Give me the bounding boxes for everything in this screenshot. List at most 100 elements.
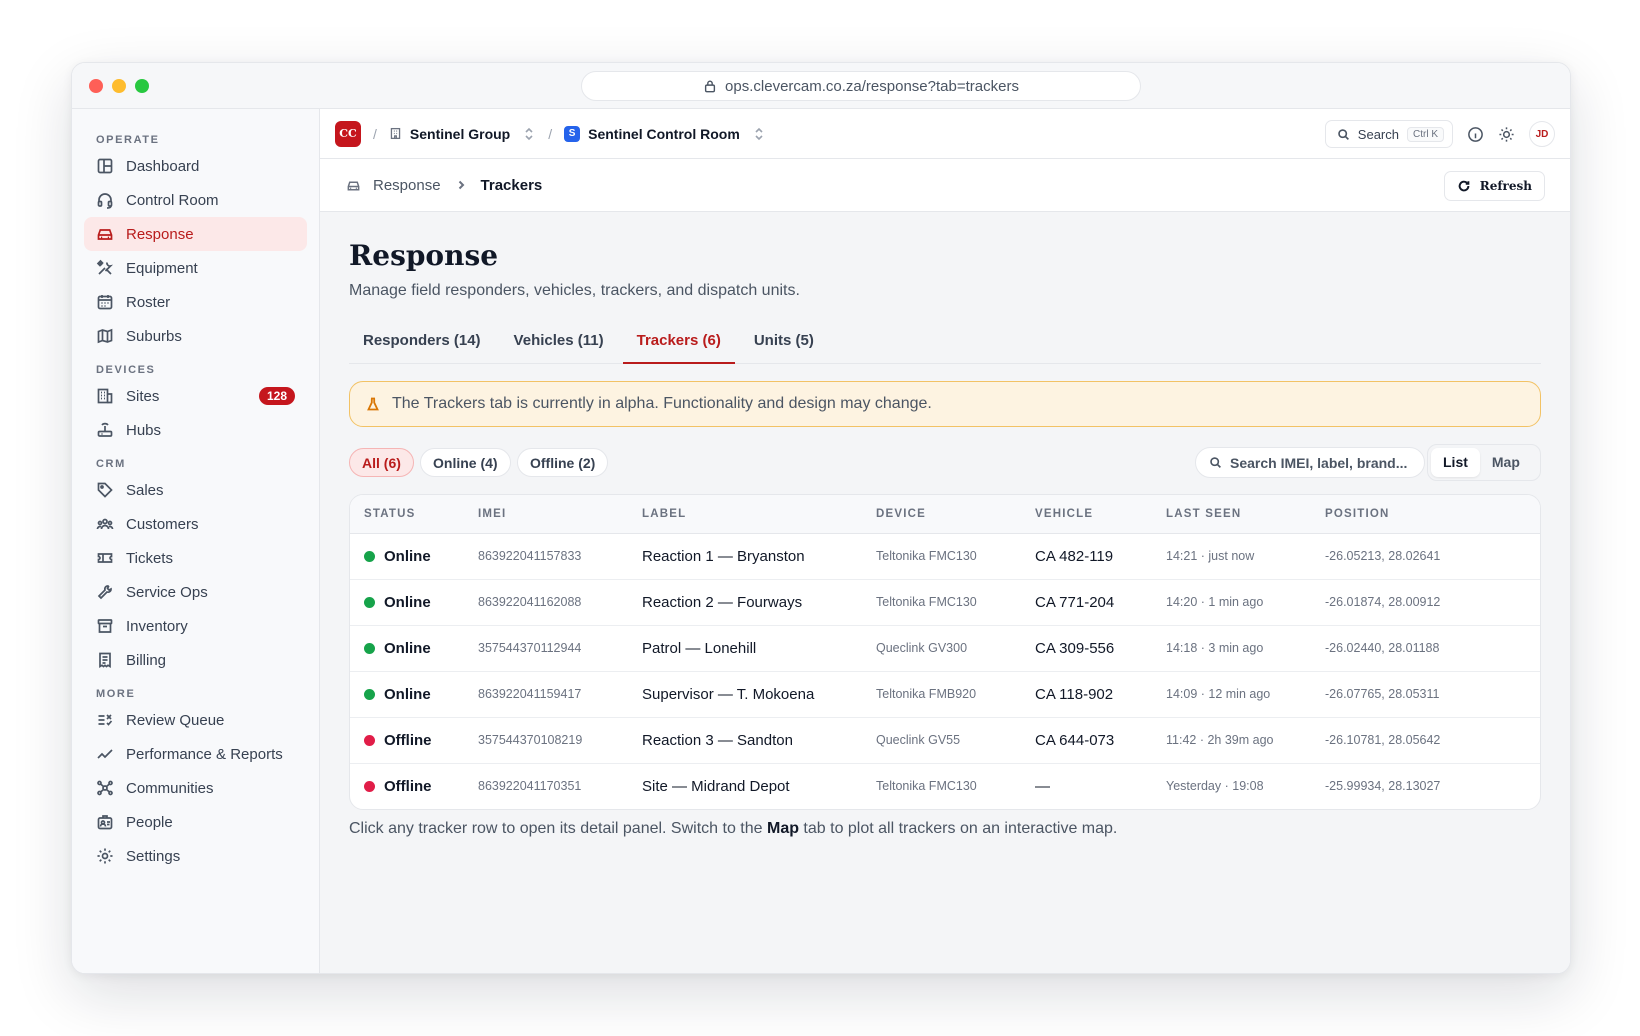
view-list-button[interactable]: List (1431, 448, 1480, 477)
table-row[interactable]: Online 863922041162088 Reaction 2 — Fourwa… (350, 579, 1540, 626)
search-shortcut: Ctrl K (1407, 126, 1444, 142)
table-header-row: STATUS IMEI LABEL DEVICE VEHICLE LAST SEEN POS… (350, 495, 1540, 534)
sidebar-item-sales[interactable]: Sales (84, 473, 307, 507)
seen-cell: 14:18 · 3 min ago (1152, 625, 1311, 672)
chevron-up-down-icon (755, 127, 763, 140)
tracker-search-input[interactable]: Search IMEI, label, brand... (1195, 447, 1425, 478)
column-header-imei[interactable]: IMEI (464, 495, 628, 534)
filter-all-chip[interactable]: All (6) (349, 448, 414, 477)
pos-cell: -25.99934, 28.13027 (1325, 779, 1441, 794)
vehicle-cell: CA 644-073 (1021, 717, 1152, 764)
refresh-button[interactable]: Refresh (1443, 171, 1545, 201)
status-cell: Offline (350, 717, 464, 764)
tracker-search-placeholder: Search IMEI, label, brand... (1230, 454, 1408, 471)
status-dot (364, 688, 375, 700)
device-cell: Queclink GV55 (862, 717, 1021, 764)
tab-vehicles[interactable]: Vehicles (11) (500, 327, 618, 364)
sidebar-item-response[interactable]: Response (84, 217, 307, 251)
users-icon (96, 518, 114, 530)
view-map-button[interactable]: Map (1480, 448, 1532, 477)
close-window-button[interactable] (89, 79, 103, 93)
column-header-device[interactable]: DEVICE (862, 495, 1021, 534)
sidebar-item-label: Tickets (126, 549, 173, 567)
breadcrumb-parent[interactable]: Response (373, 177, 441, 194)
sidebar-item-customers[interactable]: Customers (84, 507, 307, 541)
seen-cell: 14:21 · just now (1152, 533, 1311, 580)
filter-online-chip[interactable]: Online (4) (420, 448, 511, 477)
status-dot (364, 642, 375, 654)
tab-bar: Responders (14) Vehicles (11) Trackers (6)… (349, 327, 1541, 364)
info-icon (1468, 126, 1483, 142)
table-row[interactable]: Offline 863922041170351 Site — Midrand Dep… (350, 763, 1540, 809)
workspace-switcher[interactable]: S Sentinel Control Room (564, 125, 764, 142)
sidebar-item-sites[interactable]: Sites 128 (84, 379, 307, 413)
column-header-vehicle[interactable]: VEHICLE (1021, 495, 1152, 534)
filter-offline-chip[interactable]: Offline (2) (517, 448, 609, 477)
table-row[interactable]: Online 357544370112944 Patrol — Lonehill Qu… (350, 625, 1540, 672)
imei-cell: 863922041159417 (464, 671, 628, 718)
vehicle-cell: CA 118-902 (1021, 671, 1152, 718)
vehicle-cell: CA 771-204 (1021, 579, 1152, 626)
sidebar-item-billing[interactable]: Billing (84, 643, 307, 677)
status-dot (364, 550, 375, 562)
status-text: Offline (384, 731, 432, 749)
sidebar-item-service-ops[interactable]: Service Ops (84, 575, 307, 609)
tab-trackers[interactable]: Trackers (6) (622, 327, 735, 364)
sidebar-item-label: Hubs (126, 421, 162, 439)
breadcrumb-separator: / (548, 125, 553, 142)
sidebar-item-equipment[interactable]: Equipment (84, 251, 307, 285)
sidebar-item-review-queue[interactable]: Review Queue (84, 703, 307, 737)
maximize-window-button[interactable] (135, 79, 149, 93)
info-button[interactable] (1467, 126, 1484, 143)
sidebar-item-settings[interactable]: Settings (84, 839, 307, 873)
column-header-label[interactable]: LABEL (628, 495, 862, 534)
sidebar-item-label: Inventory (126, 617, 188, 635)
sidebar-item-suburbs[interactable]: Suburbs (84, 319, 307, 353)
app-logo[interactable]: CC (335, 120, 361, 147)
sidebar-item-communities[interactable]: Communities (84, 771, 307, 805)
label-cell: Reaction 1 — Bryanston (628, 533, 862, 580)
sidebar-section-label: MORE (96, 688, 136, 700)
tab-units[interactable]: Units (5) (740, 327, 828, 364)
view-toggle: List Map (1427, 444, 1541, 481)
building-icon (97, 388, 113, 404)
global-search-button[interactable]: Search Ctrl K (1324, 120, 1453, 148)
sidebar-item-dashboard[interactable]: Dashboard (84, 149, 307, 183)
sidebar-item-performance-reports[interactable]: Performance & Reports (84, 737, 307, 771)
minimize-window-button[interactable] (112, 79, 126, 93)
sidebar-item-label: Customers (126, 515, 199, 533)
sidebar: OPERATE Dashboard Control Room Response Equi… (72, 109, 320, 973)
topbar: CC / Sentinel Group / S Sentinel Control… (320, 109, 1570, 159)
tab-responders[interactable]: Responders (14) (349, 327, 495, 364)
seen-cell: 11:42 · 2h 39m ago (1152, 717, 1311, 764)
sidebar-item-hubs[interactable]: Hubs (84, 413, 307, 447)
column-header-last-seen[interactable]: LAST SEEN (1152, 495, 1311, 534)
page-breadcrumb-bar: Response Trackers Refresh (320, 159, 1570, 212)
wrench-icon (97, 585, 112, 600)
breadcrumb-current: Trackers (480, 176, 543, 194)
building-icon (390, 127, 401, 140)
sidebar-item-roster[interactable]: Roster (84, 285, 307, 319)
sidebar-item-control-room[interactable]: Control Room (84, 183, 307, 217)
sidebar-item-tickets[interactable]: Tickets (84, 541, 307, 575)
alert-text: The Trackers tab is currently in alpha. … (392, 395, 932, 412)
column-header-position[interactable]: POSITION (1311, 495, 1540, 534)
footer-hint-pre: Click any tracker row to open its detail… (349, 820, 767, 837)
table-row[interactable]: Online 863922041157833 Reaction 1 — Bryans… (350, 533, 1540, 580)
vehicle-cell: — (1035, 777, 1050, 795)
sidebar-item-inventory[interactable]: Inventory (84, 609, 307, 643)
sidebar-item-people[interactable]: People (84, 805, 307, 839)
table-row[interactable]: Online 863922041159417 Supervisor — T. Mok… (350, 671, 1540, 718)
network-icon (97, 780, 113, 796)
address-bar[interactable]: ops.clevercam.co.za/response?tab=tracker… (581, 71, 1141, 101)
sidebar-item-label: Suburbs (126, 327, 182, 345)
org-switcher[interactable]: Sentinel Group (389, 126, 534, 142)
user-avatar[interactable]: JD (1529, 121, 1555, 147)
label-cell: Reaction 3 — Sandton (628, 717, 862, 764)
column-header-status[interactable]: STATUS (350, 495, 464, 534)
table-row[interactable]: Offline 357544370108219 Reaction 3 — Sandt… (350, 717, 1540, 764)
theme-toggle-button[interactable] (1498, 126, 1515, 143)
sidebar-section-label: DEVICES (96, 364, 156, 376)
imei-cell: 863922041170351 (478, 779, 582, 794)
sidebar-item-label: Billing (126, 651, 167, 669)
